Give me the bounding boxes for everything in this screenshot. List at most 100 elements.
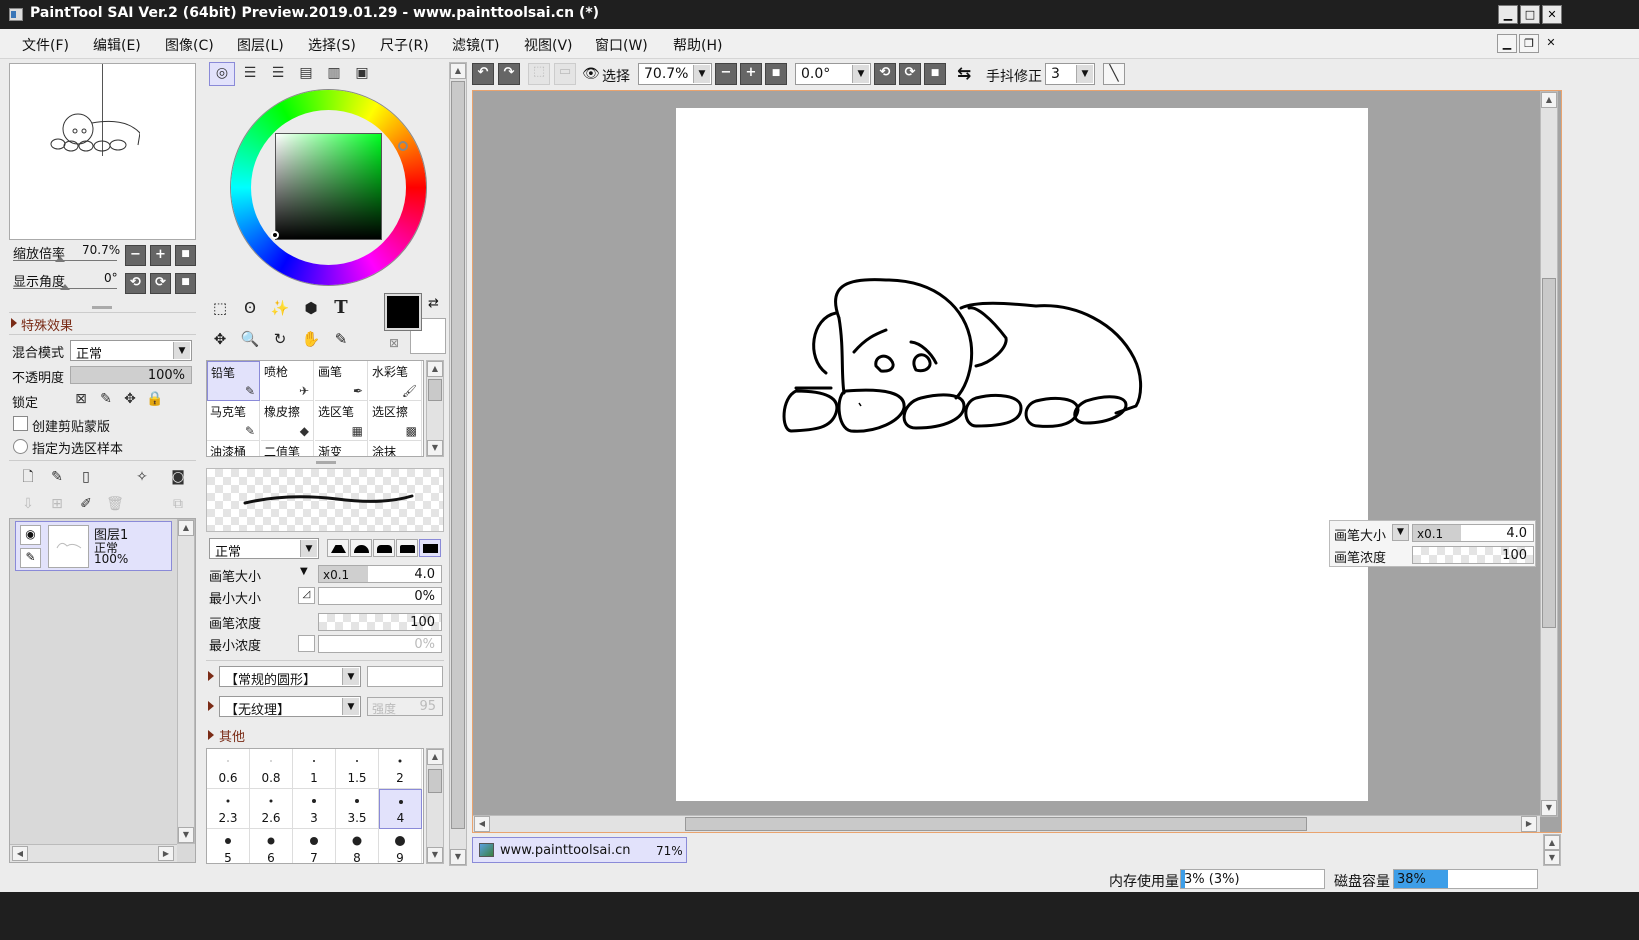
brush-smudge[interactable]: 涂抹 <box>369 441 422 456</box>
pressure-density-checkbox[interactable] <box>298 635 315 652</box>
lock-all-icon[interactable]: 🔒 <box>144 388 166 410</box>
blend-mode-select[interactable]: 正常 ▼ <box>70 340 192 362</box>
chevron-down-icon[interactable]: ▼ <box>1392 524 1409 541</box>
tip-shape-1[interactable] <box>327 539 349 557</box>
size-preset[interactable]: 7 <box>293 829 336 863</box>
brush-airbrush[interactable]: 喷枪 ✈ <box>261 361 314 401</box>
scroll-up-icon[interactable]: ▲ <box>178 520 194 536</box>
invert-select-button[interactable]: ▭ <box>554 63 576 85</box>
size-preset[interactable]: 5 <box>207 829 250 863</box>
delete-layer-icon[interactable]: 🗑 <box>104 493 126 515</box>
scroll-right-icon[interactable]: ▶ <box>1521 816 1537 832</box>
canvas-document[interactable] <box>676 108 1368 801</box>
menu-ruler[interactable]: 尺子(R) <box>380 35 429 55</box>
redo-button[interactable]: ↷ <box>498 63 520 85</box>
clear-layer-icon[interactable]: ✐ <box>75 493 97 515</box>
swatches-tab-icon[interactable]: ▤ <box>293 62 319 86</box>
rotate-right-button[interactable]: ⟳ <box>150 273 171 294</box>
menu-layer[interactable]: 图层(L) <box>237 35 284 55</box>
menu-edit[interactable]: 编辑(E) <box>93 35 141 55</box>
brush-brush[interactable]: 画笔 ✒ <box>315 361 368 401</box>
opacity-slider[interactable]: 100% <box>70 366 192 384</box>
size-preset[interactable]: 2.6 <box>250 789 293 829</box>
brush-texture-select[interactable]: 【无纹理】 ▼ <box>219 696 361 718</box>
lock-paint-icon[interactable]: ✎ <box>95 388 117 410</box>
transfer-layer-icon[interactable]: ⧉ <box>167 493 189 515</box>
scroll-up-icon[interactable]: ▲ <box>1544 835 1560 850</box>
navigator-preview[interactable] <box>9 63 196 240</box>
magic-wand-icon[interactable]: ✨ <box>267 295 293 321</box>
size-preset[interactable]: 0.8 <box>250 749 293 789</box>
rgb-slider-tab-icon[interactable]: ☰ <box>237 62 263 86</box>
color-wheel[interactable] <box>231 90 426 285</box>
document-tab[interactable]: www.painttoolsai.cn 71% <box>472 837 687 863</box>
rect-select-icon[interactable]: ⬚ <box>207 295 233 321</box>
brush-mode-select[interactable]: 正常 ▼ <box>209 538 319 560</box>
layer-list-hscrollbar[interactable]: ◀ ▶ <box>10 844 177 862</box>
tool-panel-scrollbar[interactable]: ▲ ▼ <box>449 62 467 866</box>
rotate-left-button[interactable]: ⟲ <box>125 273 146 294</box>
size-grid-scroll-thumb[interactable] <box>428 769 442 793</box>
line-tool-icon[interactable]: ╲ <box>1103 63 1125 85</box>
brush-shape-select[interactable]: 【常规的圆形】 ▼ <box>219 666 361 688</box>
layer-row[interactable]: ◉ ✎ 图层1 正常 100% <box>15 521 172 571</box>
clip-mask-checkbox[interactable] <box>13 416 28 431</box>
menu-view[interactable]: 视图(V) <box>524 35 573 55</box>
menu-image[interactable]: 图像(C) <box>165 35 214 55</box>
tip-shape-4[interactable] <box>396 539 418 557</box>
scroll-up-icon[interactable]: ▲ <box>427 361 443 377</box>
other-label[interactable]: 其他 <box>219 726 245 745</box>
sv-cursor[interactable] <box>271 231 279 239</box>
min-size-slider[interactable]: 0% <box>318 587 442 605</box>
brush-select-pen[interactable]: 选区笔 ▦ <box>315 401 368 441</box>
swap-colors-icon[interactable]: ⇄ <box>428 296 439 311</box>
scroll-down-icon[interactable]: ▼ <box>1544 850 1560 865</box>
maximize-button[interactable]: □ <box>1520 5 1540 24</box>
move-icon[interactable]: ✥ <box>207 326 233 352</box>
stabilizer-select[interactable]: 3 ▼ <box>1045 63 1095 85</box>
size-preset[interactable]: 1 <box>293 749 336 789</box>
brush-grid-scroll-thumb[interactable] <box>428 379 442 401</box>
rotate-right-button[interactable]: ⟳ <box>899 63 921 85</box>
hsv-slider-tab-icon[interactable]: ☰ <box>265 62 291 86</box>
canvas-vscroll-thumb[interactable] <box>1542 278 1556 628</box>
size-preset[interactable]: 0.6 <box>207 749 250 789</box>
doc-tab-scrollbar[interactable]: ▲ ▼ <box>1543 834 1561 866</box>
zoom-slider[interactable] <box>13 260 117 261</box>
zoom-in-button[interactable]: + <box>740 63 762 85</box>
doc-restore-button[interactable]: ❐ <box>1519 34 1539 53</box>
merge-down-icon[interactable]: ⇩ <box>17 493 39 515</box>
new-folder-icon[interactable]: ▯ <box>75 466 97 488</box>
hand-icon[interactable]: ✋ <box>298 326 324 352</box>
splitter-grip[interactable] <box>92 306 112 309</box>
zoom-tool-icon[interactable]: 🔍 <box>237 326 263 352</box>
color-wheel-tab-icon[interactable]: ◎ <box>209 62 235 86</box>
zoom-select[interactable]: 70.7% ▼ <box>638 63 712 85</box>
menu-help[interactable]: 帮助(H) <box>673 35 722 55</box>
brush-bucket[interactable]: 油漆桶 <box>207 441 260 456</box>
size-preset-selected[interactable]: 4 <box>379 789 422 829</box>
brush-marker[interactable]: 马克笔 ✎ <box>207 401 260 441</box>
scroll-down-icon[interactable]: ▼ <box>427 440 443 456</box>
pencil-icon[interactable]: ✎ <box>20 548 41 568</box>
scroll-up-icon[interactable]: ▲ <box>450 63 466 79</box>
brush-gradient[interactable]: 渐变 <box>315 441 368 456</box>
text-tool-icon[interactable]: T <box>328 295 354 321</box>
new-linework-layer-icon[interactable]: ✎ <box>46 466 68 488</box>
scroll-left-icon[interactable]: ◀ <box>12 846 28 861</box>
menu-window[interactable]: 窗口(W) <box>595 35 648 55</box>
scroll-right-icon[interactable]: ▶ <box>158 846 174 861</box>
size-preset[interactable]: 3 <box>293 789 336 829</box>
scroll-down-icon[interactable]: ▼ <box>427 847 443 863</box>
lock-move-icon[interactable]: ✥ <box>119 388 141 410</box>
layer-mask-icon[interactable]: ◙ <box>167 466 189 488</box>
layer-list-scrollbar[interactable]: ▲ ▼ <box>177 519 195 844</box>
size-dropdown-icon[interactable]: ▼ <box>300 566 308 577</box>
size-preset[interactable]: 1.5 <box>336 749 379 789</box>
rotate-left-button[interactable]: ⟲ <box>874 63 896 85</box>
shape-strength-field[interactable] <box>367 666 443 687</box>
brush-size-slider[interactable]: x0.1 4.0 <box>318 565 442 583</box>
zoom-reset-button[interactable]: ■ <box>765 63 787 85</box>
size-preset[interactable]: 2.3 <box>207 789 250 829</box>
doc-close-button[interactable]: ✕ <box>1541 34 1561 53</box>
